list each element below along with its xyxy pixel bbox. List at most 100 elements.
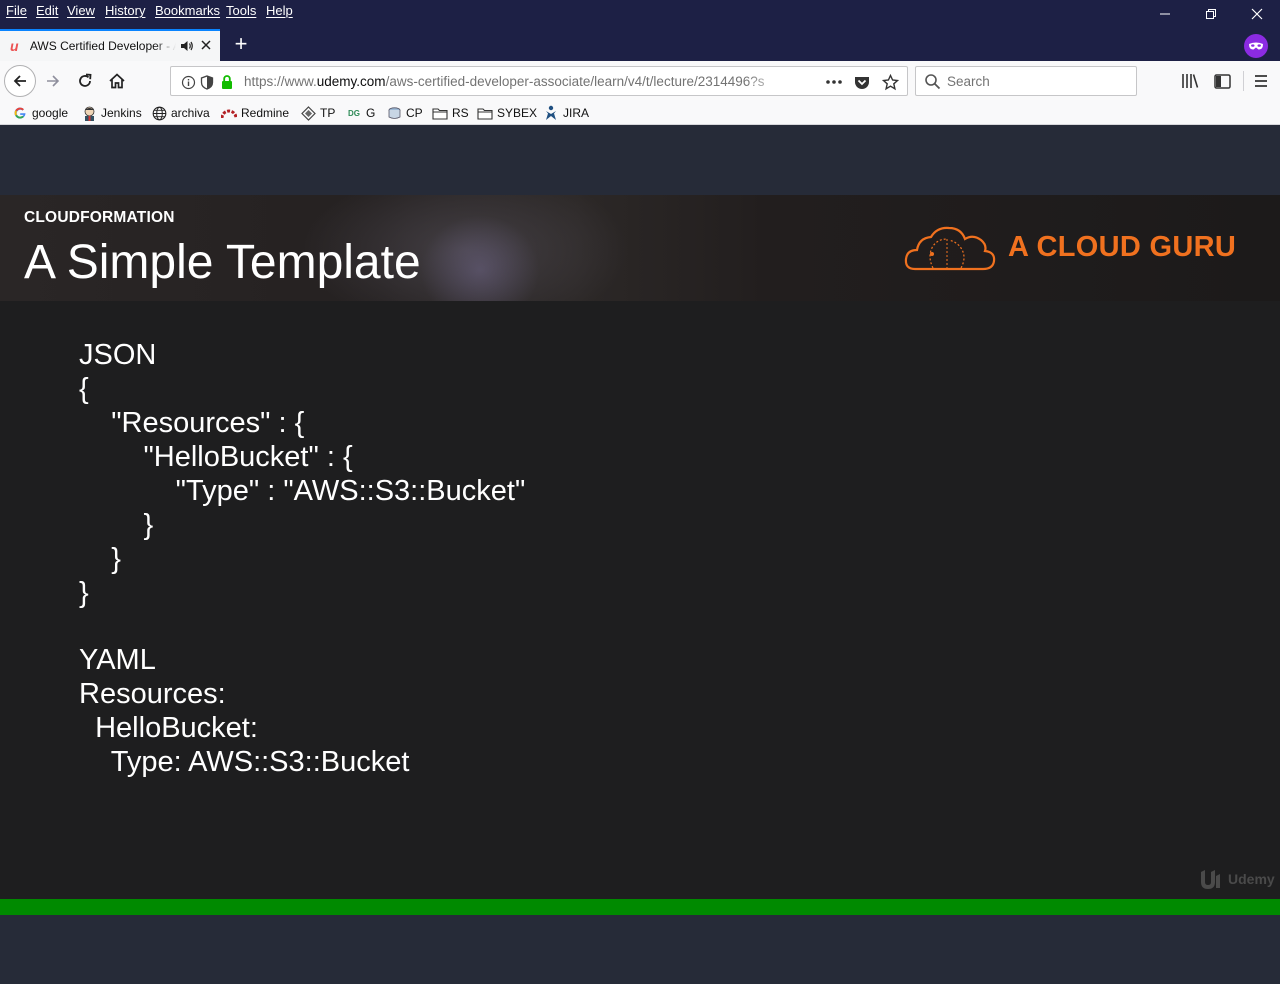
json-line: "HelloBucket" : {: [79, 441, 353, 473]
search-icon: [924, 73, 941, 93]
google-icon: [12, 105, 28, 121]
tab-udemy[interactable]: u AWS Certified Developer - A: [0, 29, 220, 61]
menu-help[interactable]: Help: [266, 3, 293, 18]
g-icon: DG: [348, 108, 360, 118]
bookmark-rs[interactable]: RS: [432, 104, 469, 122]
udemy-favicon-icon: u: [10, 38, 19, 54]
yaml-line: Type: AWS::S3::Bucket: [79, 746, 410, 778]
json-heading: JSON: [79, 339, 157, 371]
video-progress-bar[interactable]: [0, 899, 1280, 915]
jenkins-icon: [81, 105, 97, 121]
lock-icon[interactable]: [218, 73, 236, 91]
minimize-button[interactable]: [1142, 0, 1188, 28]
private-mask-icon[interactable]: [1244, 34, 1268, 58]
back-button[interactable]: [4, 65, 36, 97]
hamburger-icon: [1255, 75, 1267, 87]
bookmark-redmine[interactable]: Redmine: [221, 104, 289, 122]
json-line: {: [79, 373, 89, 405]
restore-icon: [1206, 9, 1216, 19]
library-button[interactable]: [1175, 66, 1205, 96]
slide-header: CLOUDFORMATION A Simple Template A CLOUD…: [0, 195, 1280, 301]
new-tab-button[interactable]: +: [228, 33, 254, 57]
json-line: }: [79, 509, 154, 541]
reload-icon: [79, 73, 92, 87]
arrow-left-icon: [13, 75, 26, 87]
menu-history[interactable]: History: [105, 3, 145, 18]
bookmark-label: Redmine: [241, 106, 290, 120]
home-button[interactable]: [102, 66, 132, 96]
bookmark-archiva[interactable]: archiva: [151, 104, 210, 122]
bookmark-label: SYBEX: [497, 106, 538, 120]
bookmark-label: RS: [452, 106, 469, 120]
cp-icon: [386, 105, 402, 121]
json-line: "Resources" : {: [79, 407, 305, 439]
lecture-slide: CLOUDFORMATION A Simple Template A CLOUD…: [0, 195, 1280, 899]
bookmark-jenkins[interactable]: Jenkins: [81, 104, 142, 122]
menu-edit[interactable]: Edit: [36, 3, 58, 18]
slide-title: A Simple Template: [24, 236, 421, 289]
redmine-icon: [221, 105, 237, 121]
toolbar-divider: [1243, 71, 1244, 91]
bookmark-tp[interactable]: TP: [300, 104, 335, 122]
bookmark-google[interactable]: google: [12, 104, 68, 122]
tp-icon: [300, 105, 316, 121]
udemy-logo-icon: [1201, 870, 1220, 889]
menu-button[interactable]: [1246, 66, 1276, 96]
arrow-right-icon: [47, 75, 60, 87]
close-icon: [1251, 8, 1263, 20]
bookmark-label: JIRA: [563, 106, 590, 120]
slide-kicker: CLOUDFORMATION: [24, 209, 175, 226]
url-bar[interactable]: https://www.udemy.com/aws-certified-deve…: [170, 66, 908, 96]
restore-button[interactable]: [1188, 0, 1234, 28]
yaml-heading: YAML: [79, 644, 156, 676]
folder-icon: [432, 105, 448, 121]
tab-close-icon[interactable]: [198, 37, 214, 55]
close-window-button[interactable]: [1234, 0, 1280, 28]
info-icon[interactable]: [179, 73, 197, 91]
url-text: https://www.udemy.com/aws-certified-deve…: [244, 74, 765, 89]
reload-button[interactable]: [70, 66, 100, 96]
json-line: "Type" : "AWS::S3::Bucket": [79, 475, 526, 507]
menu-view[interactable]: View: [67, 3, 95, 18]
jira-icon: [543, 105, 559, 121]
bookmark-cp[interactable]: CP: [386, 104, 423, 122]
bookmark-sybex[interactable]: SYBEX: [477, 104, 537, 122]
bookmark-jira[interactable]: JIRA: [543, 104, 589, 122]
sidebar-icon: [1213, 73, 1231, 89]
json-line: }: [79, 577, 89, 609]
folder-icon: [477, 105, 493, 121]
bookmark-label: G: [366, 106, 376, 120]
forward-button[interactable]: [38, 66, 68, 96]
minimize-icon: [1160, 13, 1170, 15]
cloud-guru-brand-text: A CLOUD GURU: [1008, 231, 1237, 263]
bookmark-label: google: [32, 106, 69, 120]
sidebar-button[interactable]: [1207, 66, 1237, 96]
yaml-line: Resources:: [79, 678, 226, 710]
tab-strip: u AWS Certified Developer - A: [0, 28, 1280, 61]
yaml-line: HelloBucket:: [79, 712, 258, 744]
menu-bookmarks[interactable]: Bookmarks: [155, 3, 220, 18]
cloud-guru-logo-icon: [903, 221, 997, 278]
home-icon: [109, 73, 125, 89]
search-input[interactable]: Search: [915, 66, 1137, 96]
globe-icon: [151, 105, 167, 121]
pocket-icon[interactable]: [853, 73, 871, 91]
bookmarks-toolbar: google Jenkins archiva Redmine TP DG G C…: [0, 101, 1280, 125]
json-line: }: [79, 543, 121, 575]
speaker-icon[interactable]: [180, 40, 196, 52]
bookmark-g[interactable]: DG G: [346, 104, 375, 122]
search-placeholder: Search: [947, 74, 990, 89]
tracking-shield-icon[interactable]: [198, 73, 216, 91]
library-icon: [1182, 74, 1199, 88]
page-actions-icon[interactable]: [825, 73, 843, 91]
udemy-watermark-text: Udemy: [1228, 871, 1275, 887]
navigation-toolbar: https://www.udemy.com/aws-certified-deve…: [0, 61, 1280, 101]
bookmark-label: CP: [406, 106, 423, 120]
bookmark-label: archiva: [171, 106, 210, 120]
menu-bar: File Edit View History Bookmarks Tools H…: [0, 0, 1280, 28]
udemy-watermark: Udemy: [1198, 868, 1275, 890]
bookmark-label: TP: [320, 106, 336, 120]
menu-file[interactable]: File: [6, 3, 27, 18]
menu-tools[interactable]: Tools: [226, 3, 256, 18]
bookmark-star-icon[interactable]: [881, 73, 899, 91]
